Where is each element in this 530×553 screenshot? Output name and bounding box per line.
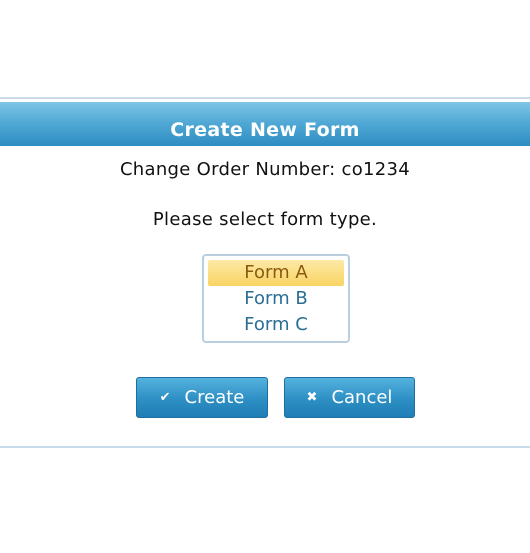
create-form-dialog: Create New Form Change Order Number: co1… bbox=[0, 97, 530, 448]
select-form-prompt: Please select form type. bbox=[152, 209, 378, 230]
form-type-listbox[interactable]: Form A Form B Form C bbox=[202, 254, 350, 343]
checkmark-icon: ✔ bbox=[159, 390, 171, 405]
close-icon: ✖ bbox=[306, 390, 318, 405]
change-order-number-label: Change Order Number: co1234 bbox=[119, 159, 411, 180]
form-type-option-a[interactable]: Form A bbox=[208, 260, 344, 286]
dialog-title: Create New Form bbox=[170, 119, 360, 141]
form-type-option-b[interactable]: Form B bbox=[208, 286, 344, 312]
form-type-option-c[interactable]: Form C bbox=[208, 312, 344, 338]
cancel-button[interactable]: ✖ Cancel bbox=[284, 377, 415, 418]
create-button[interactable]: ✔ Create bbox=[136, 377, 268, 418]
dialog-title-bar[interactable]: Create New Form bbox=[0, 102, 530, 146]
cancel-button-label: Cancel bbox=[331, 387, 393, 408]
create-button-label: Create bbox=[184, 387, 245, 408]
